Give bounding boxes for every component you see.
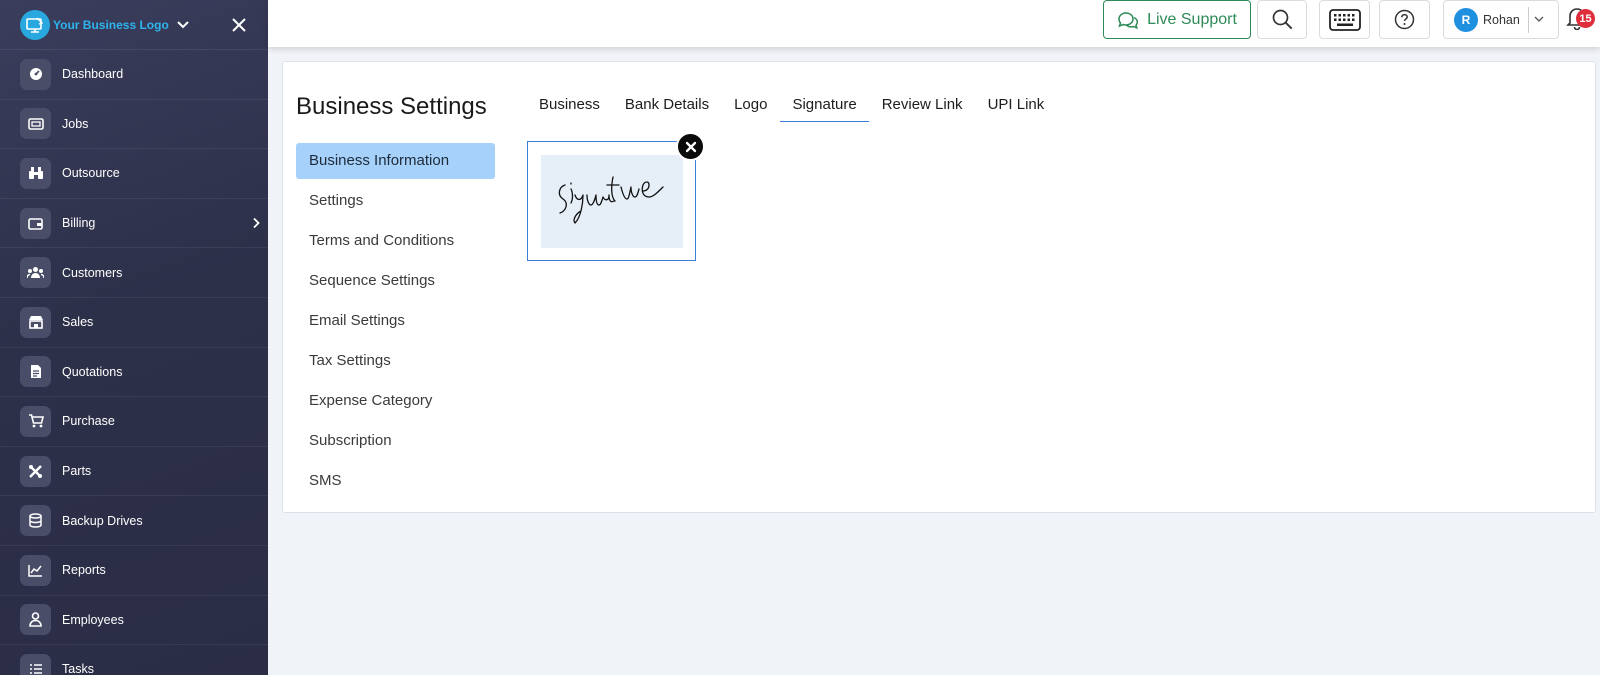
business-settings-card: Business Settings Business Information S… xyxy=(282,61,1596,513)
tab-review-link[interactable]: Review Link xyxy=(870,88,975,122)
sidebar-item-label: Outsource xyxy=(62,166,120,181)
people-icon xyxy=(20,257,51,289)
settings-menu: Business Information Settings Terms and … xyxy=(296,143,495,503)
user-name: Rohan xyxy=(1483,12,1520,27)
signature-image xyxy=(541,155,683,248)
brand-logo-icon[interactable] xyxy=(20,9,50,40)
chart-line-icon xyxy=(20,554,51,586)
page-title: Business Settings xyxy=(296,93,487,120)
sidebar-item-label: Reports xyxy=(62,563,106,578)
top-bar: Live Support R Rohan 15 xyxy=(268,0,1600,47)
list-icon xyxy=(20,653,51,675)
keyboard-shortcuts-button[interactable] xyxy=(1319,0,1370,39)
sidebar-header: Your Business Logo xyxy=(0,0,268,50)
database-icon xyxy=(20,505,51,537)
tab-upi-link[interactable]: UPI Link xyxy=(976,88,1057,122)
menu-item-terms-and-conditions[interactable]: Terms and Conditions xyxy=(296,223,495,259)
sidebar-item-label: Dashboard xyxy=(62,67,124,82)
keyboard-icon xyxy=(1328,8,1361,31)
brand-name[interactable]: Your Business Logo xyxy=(53,18,169,32)
sidebar-item-label: Quotations xyxy=(62,364,123,379)
remove-signature-icon[interactable] xyxy=(676,132,705,161)
tab-signature[interactable]: Signature xyxy=(780,88,869,122)
sidebar-item-outsource[interactable]: Outsource xyxy=(0,149,268,199)
user-menu[interactable]: R Rohan xyxy=(1443,0,1559,39)
sidebar-item-customers[interactable]: Customers xyxy=(0,248,268,298)
menu-item-email-settings[interactable]: Email Settings xyxy=(296,303,495,339)
sidebar-item-backup-drives[interactable]: Backup Drives xyxy=(0,496,268,546)
sidebar-item-label: Purchase xyxy=(62,414,115,429)
notification-count-badge: 15 xyxy=(1576,9,1595,28)
menu-item-subscription[interactable]: Subscription xyxy=(296,423,495,459)
sidebar-item-jobs[interactable]: Jobs xyxy=(0,100,268,150)
caret-down-icon[interactable] xyxy=(1534,16,1544,23)
sidebar-item-dashboard[interactable]: Dashboard xyxy=(0,50,268,100)
sidebar-item-purchase[interactable]: Purchase xyxy=(0,397,268,447)
search-button[interactable] xyxy=(1257,0,1307,39)
document-icon xyxy=(20,356,51,388)
notifications-button[interactable]: 15 xyxy=(1566,6,1596,36)
help-button[interactable] xyxy=(1379,0,1430,39)
sidebar-item-sales[interactable]: Sales xyxy=(0,298,268,348)
sidebar-item-label: Employees xyxy=(62,612,124,627)
chevron-right-icon[interactable] xyxy=(253,217,260,229)
person-badge-icon xyxy=(20,604,51,636)
tab-business[interactable]: Business xyxy=(527,88,612,122)
sidebar-item-billing[interactable]: Billing xyxy=(0,199,268,249)
tab-logo[interactable]: Logo xyxy=(722,88,779,122)
search-icon xyxy=(1272,9,1292,30)
store-icon xyxy=(20,306,51,338)
menu-item-sms[interactable]: SMS xyxy=(296,463,495,499)
sidebar-item-label: Tasks xyxy=(62,662,94,675)
avatar: R xyxy=(1454,7,1478,32)
tab-bank-details[interactable]: Bank Details xyxy=(613,88,721,122)
sidebar-item-parts[interactable]: Parts xyxy=(0,447,268,497)
sidebar-item-label: Customers xyxy=(62,265,123,280)
sidebar-item-label: Billing xyxy=(62,216,96,231)
menu-item-expense-category[interactable]: Expense Category xyxy=(296,383,495,419)
tools-icon xyxy=(20,455,51,487)
chevron-down-icon[interactable] xyxy=(177,20,189,29)
sidebar-item-employees[interactable]: Employees xyxy=(0,596,268,646)
settings-tabs: Business Bank Details Logo Signature Rev… xyxy=(527,88,1057,122)
ticket-icon xyxy=(20,108,51,140)
sidebar-item-tasks[interactable]: Tasks xyxy=(0,645,268,675)
help-circle-icon xyxy=(1394,9,1415,30)
sidebar-item-label: Sales xyxy=(62,315,94,330)
binoculars-icon xyxy=(20,157,51,189)
menu-item-tax-settings[interactable]: Tax Settings xyxy=(296,343,495,379)
wallet-icon xyxy=(20,207,51,239)
sidebar: Your Business Logo Dashboard Jobs Outsou… xyxy=(0,0,268,675)
close-sidebar-icon[interactable] xyxy=(228,14,250,36)
sidebar-item-label: Jobs xyxy=(62,116,89,131)
live-support-label: Live Support xyxy=(1147,10,1237,28)
sidebar-item-reports[interactable]: Reports xyxy=(0,546,268,596)
live-support-button[interactable]: Live Support xyxy=(1103,0,1251,39)
menu-item-settings[interactable]: Settings xyxy=(296,183,495,219)
speedometer-icon xyxy=(20,58,51,90)
cart-icon xyxy=(20,405,51,437)
chat-bubbles-icon xyxy=(1118,11,1139,29)
signature-preview[interactable] xyxy=(527,141,696,261)
sidebar-item-label: Parts xyxy=(62,464,92,479)
divider xyxy=(1527,6,1529,33)
sidebar-item-quotations[interactable]: Quotations xyxy=(0,348,268,398)
menu-item-business-information[interactable]: Business Information xyxy=(296,143,495,179)
menu-item-sequence-settings[interactable]: Sequence Settings xyxy=(296,263,495,299)
sidebar-item-label: Backup Drives xyxy=(62,513,143,528)
